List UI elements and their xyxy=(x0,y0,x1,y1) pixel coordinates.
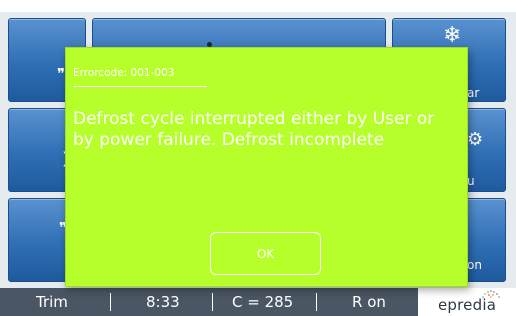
status-r-indicator: R on xyxy=(352,293,386,311)
status-divider xyxy=(212,293,213,311)
snowflake-icon: ❄ xyxy=(443,23,462,48)
error-code-underline xyxy=(73,86,207,87)
tile-label: u xyxy=(467,174,475,188)
status-mode: Trim xyxy=(36,293,68,311)
brand-logo: epredia xyxy=(418,288,516,316)
ok-button[interactable]: OK xyxy=(210,232,321,275)
app-screen: ❞ ❯ ❞ ❄ ar ⚙ u on Trim 8:33 C = 285 R on xyxy=(0,0,516,316)
status-divider xyxy=(110,293,111,311)
error-message: Defrost cycle interrupted either by User… xyxy=(73,109,435,150)
status-divider xyxy=(316,293,317,311)
status-chamber-temp: C = 285 xyxy=(232,293,294,311)
tile-label: ar xyxy=(467,86,480,100)
status-time: 8:33 xyxy=(146,293,180,311)
brand-name: epredia xyxy=(438,296,497,314)
error-code: Errorcode: 001-003 xyxy=(73,67,175,79)
tile-label: on xyxy=(467,258,482,272)
error-dialog: Errorcode: 001-003 Defrost cycle interru… xyxy=(65,47,468,287)
gear-icon: ⚙ xyxy=(467,129,484,150)
status-bar: Trim 8:33 C = 285 R on xyxy=(0,288,418,316)
tile-icon: ❞ xyxy=(57,65,66,83)
